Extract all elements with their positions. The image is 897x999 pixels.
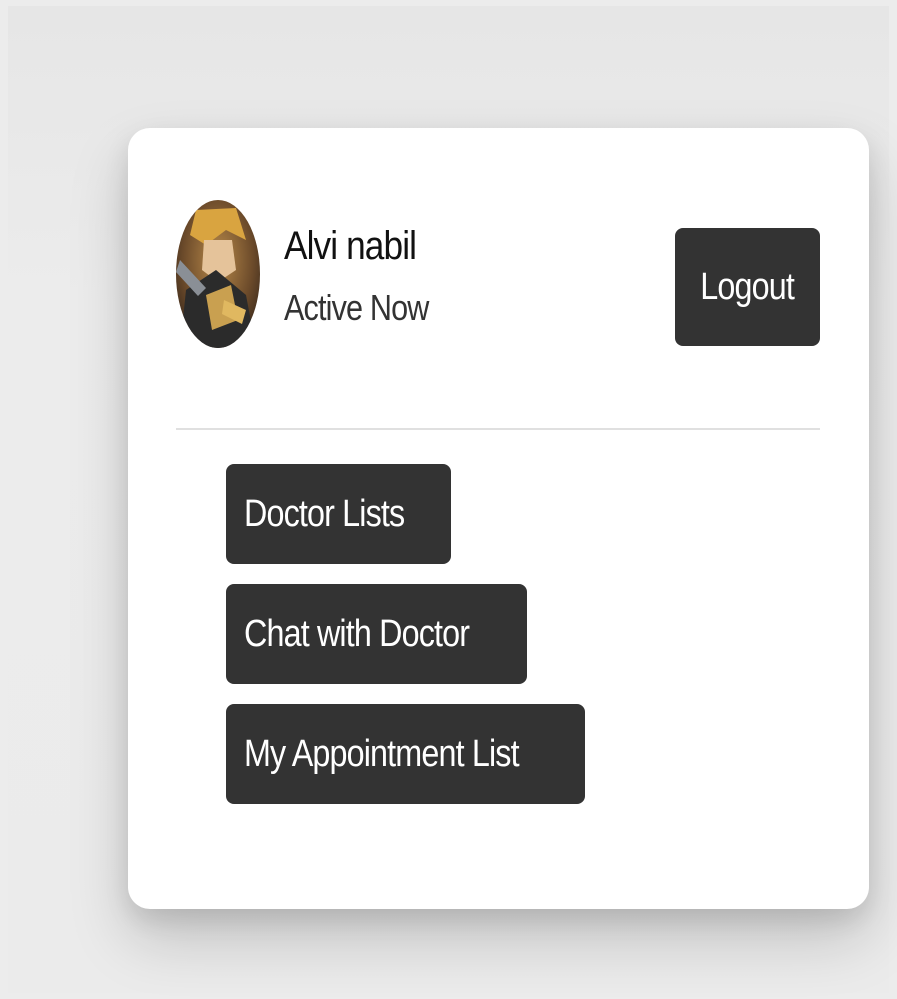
doctor-lists-button[interactable]: Doctor Lists bbox=[226, 464, 451, 564]
logout-button-label: Logout bbox=[700, 265, 796, 308]
menu: Doctor Lists Chat with Doctor My Appoint… bbox=[226, 464, 586, 824]
avatar bbox=[176, 200, 260, 348]
user-card: Alvi nabil Active Now Logout Doctor List… bbox=[128, 128, 869, 909]
logout-button[interactable]: Logout bbox=[675, 228, 820, 346]
my-appointment-list-button[interactable]: My Appointment List bbox=[226, 704, 586, 804]
user-name: Alvi nabil bbox=[284, 224, 417, 268]
user-info: Alvi nabil Active Now bbox=[284, 224, 454, 329]
chat-with-doctor-label: Chat with Doctor bbox=[244, 612, 470, 655]
my-appointment-list-label: My Appointment List bbox=[244, 732, 520, 775]
user-status: Active Now bbox=[284, 287, 429, 328]
avatar-image bbox=[176, 200, 260, 348]
page-background: Alvi nabil Active Now Logout Doctor List… bbox=[8, 6, 889, 993]
doctor-lists-label: Doctor Lists bbox=[244, 492, 405, 535]
chat-with-doctor-button[interactable]: Chat with Doctor bbox=[226, 584, 527, 684]
divider bbox=[176, 428, 820, 430]
user-header: Alvi nabil Active Now Logout bbox=[176, 200, 820, 350]
